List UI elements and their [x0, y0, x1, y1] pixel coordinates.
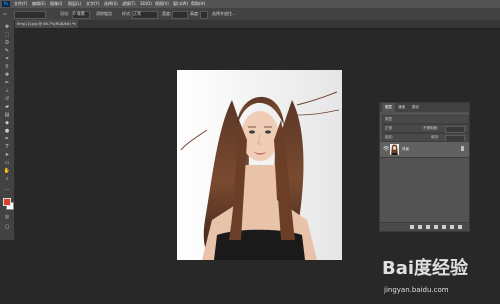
- eye-icon[interactable]: 👁: [383, 146, 389, 152]
- quick-mask-icon[interactable]: ◎: [3, 214, 11, 220]
- layer-row[interactable]: 👁 背景: [380, 141, 469, 158]
- zoom-tool-icon[interactable]: ⌕: [3, 176, 11, 182]
- lock-icon: [461, 146, 464, 151]
- marquee-tool-icon[interactable]: ⬚: [3, 32, 11, 38]
- crop-tool-icon[interactable]: ⌗: [3, 56, 11, 62]
- layer-thumbnail-image: [390, 144, 399, 155]
- quick-select-tool-icon[interactable]: ✎: [3, 48, 11, 54]
- portrait-photo: [177, 70, 342, 260]
- menu-image[interactable]: 图像(I): [50, 0, 62, 8]
- link-icon[interactable]: [410, 225, 414, 229]
- document-tab-bar: timg (2).jpg @ 66.7%(RGB/8#) * ×: [14, 20, 500, 29]
- menu-edit[interactable]: 编辑(E): [32, 0, 46, 8]
- marquee-tool-icon[interactable]: ▭: [3, 11, 7, 17]
- photoshop-logo-icon: Ps: [2, 1, 10, 7]
- tools-panel: ✥ ⬚ ᘐ ✎ ⌗ ⚲ ✚ ✏ ⊥ ↺ ▰ ▤ ◆ ● ✒ T ➤ ▭ ✋ ⌕ …: [0, 20, 15, 240]
- blur-tool-icon[interactable]: ◆: [3, 120, 11, 126]
- document-tab[interactable]: timg (2).jpg @ 66.7%(RGB/8#) * ×: [14, 20, 78, 28]
- healing-tool-icon[interactable]: ✚: [3, 72, 11, 78]
- layer-thumbnail: [390, 144, 399, 155]
- layers-panel: 图层 通道 路径 类型 正常 不透明度: 锁定: 填充: 👁 背景: [379, 102, 470, 232]
- close-icon[interactable]: ×: [73, 20, 76, 28]
- menu-file[interactable]: 文件(F): [14, 0, 27, 8]
- document-canvas[interactable]: [177, 70, 342, 260]
- watermark-url: jingyan.baidu.com: [384, 286, 449, 294]
- hand-tool-icon[interactable]: ✋: [3, 168, 11, 174]
- feather-value: 0 像素: [73, 11, 85, 16]
- adjustment-icon[interactable]: [434, 225, 438, 229]
- menu-bar: Ps 文件(F) 编辑(E) 图像(I) 图层(L) 文字(Y) 选择(S) 滤…: [0, 0, 500, 8]
- width-input[interactable]: [172, 11, 188, 19]
- shape-tool-icon[interactable]: ▭: [3, 160, 11, 166]
- move-tool-icon[interactable]: ✥: [3, 24, 11, 30]
- tab-channels[interactable]: 通道: [398, 103, 405, 112]
- panel-tab-bar: 图层 通道 路径: [380, 103, 469, 112]
- eyedropper-tool-icon[interactable]: ⚲: [3, 64, 11, 70]
- menu-3d[interactable]: 3D(D): [140, 0, 152, 8]
- panel-bottom-bar: [380, 222, 469, 231]
- new-layer-icon[interactable]: [450, 225, 454, 229]
- mask-icon[interactable]: [426, 225, 430, 229]
- path-select-tool-icon[interactable]: ➤: [3, 152, 11, 158]
- baidu-logo: Bai度经验: [382, 258, 469, 279]
- history-brush-tool-icon[interactable]: ↺: [3, 96, 11, 102]
- lasso-tool-icon[interactable]: ᘐ: [3, 40, 11, 46]
- baidu-jingyan-watermark: Bai度经验 jingyan.baidu.com: [382, 254, 492, 300]
- height-input[interactable]: [200, 11, 208, 19]
- fill-label: 填充:: [431, 135, 440, 139]
- kind-filter-label[interactable]: 类型: [385, 116, 392, 123]
- tab-layers[interactable]: 图层: [382, 103, 395, 112]
- trash-icon[interactable]: [458, 225, 462, 229]
- lock-label: 锁定:: [385, 135, 394, 139]
- tab-paths[interactable]: 路径: [412, 103, 419, 112]
- menu-select[interactable]: 选择(S): [104, 0, 118, 8]
- blend-mode-select[interactable]: 正常: [385, 125, 392, 132]
- foreground-color-swatch[interactable]: [3, 198, 11, 206]
- style-value: 正常: [133, 11, 141, 16]
- menu-window[interactable]: 窗口(W): [173, 0, 188, 8]
- opacity-label: 不透明度:: [423, 126, 439, 130]
- antialias-label[interactable]: 消除锯齿: [96, 11, 112, 17]
- stamp-tool-icon[interactable]: ⊥: [3, 88, 11, 94]
- feather-label: 羽化:: [60, 11, 70, 16]
- type-tool-icon[interactable]: T: [3, 144, 11, 150]
- document-tab-label: timg (2).jpg @ 66.7%(RGB/8#) *: [17, 22, 74, 26]
- layer-filter-row: 类型: [382, 115, 469, 124]
- gradient-tool-icon[interactable]: ▤: [3, 112, 11, 118]
- refine-edge-button[interactable]: 选择并遮住...: [212, 11, 236, 17]
- selection-mode-buttons[interactable]: [14, 11, 46, 19]
- more-tools-icon[interactable]: …: [3, 186, 11, 192]
- screen-mode-icon[interactable]: ▢: [3, 224, 11, 230]
- menu-view[interactable]: 视图(V): [155, 0, 169, 8]
- blend-row: 正常 不透明度:: [382, 124, 469, 133]
- menu-type[interactable]: 文字(Y): [86, 0, 100, 8]
- pen-tool-icon[interactable]: ✒: [3, 136, 11, 142]
- eraser-tool-icon[interactable]: ▰: [3, 104, 11, 110]
- menu-layer[interactable]: 图层(L): [68, 0, 81, 8]
- style-label: 样式:: [122, 11, 132, 16]
- width-label: 宽度:: [162, 11, 172, 16]
- opacity-input[interactable]: [445, 126, 465, 133]
- height-label: 高度:: [190, 11, 200, 16]
- brush-tool-icon[interactable]: ✏: [3, 80, 11, 86]
- menu-help[interactable]: 帮助(H): [191, 0, 205, 8]
- fx-icon[interactable]: [418, 225, 422, 229]
- menu-filter[interactable]: 滤镜(T): [122, 0, 136, 8]
- layer-name: 背景: [402, 147, 409, 151]
- folder-icon[interactable]: [442, 225, 446, 229]
- dodge-tool-icon[interactable]: ●: [3, 128, 11, 134]
